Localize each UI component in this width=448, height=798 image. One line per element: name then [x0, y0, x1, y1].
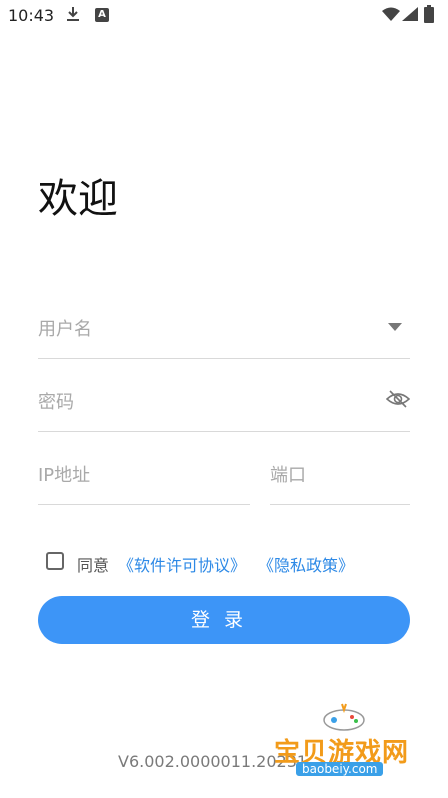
login-button[interactable]: 登录 — [38, 596, 410, 644]
download-icon — [67, 7, 79, 21]
signal-icon — [402, 7, 418, 21]
agreement-checkbox[interactable] — [46, 552, 64, 570]
chevron-down-icon[interactable] — [388, 323, 402, 331]
privacy-link[interactable]: 《隐私政策》 — [258, 552, 354, 576]
a-notification-icon: A — [95, 8, 109, 22]
watermark-url: baobeiy.com — [296, 762, 384, 776]
password-input[interactable] — [38, 374, 410, 431]
eye-hidden-icon[interactable] — [386, 389, 410, 409]
wifi-icon — [382, 7, 400, 21]
port-input[interactable] — [270, 447, 410, 504]
status-bar: 10:43 A — [0, 0, 448, 32]
status-time: 10:43 — [8, 6, 55, 25]
agree-label: 同意 — [77, 556, 110, 575]
password-field[interactable] — [38, 374, 410, 432]
battery-icon — [424, 5, 434, 23]
ip-field[interactable] — [38, 447, 250, 505]
welcome-title: 欢迎 — [38, 176, 118, 222]
port-field[interactable] — [270, 447, 410, 505]
username-input[interactable] — [38, 300, 410, 358]
gamepad-icon — [323, 703, 365, 731]
watermark: 宝贝游戏网 baobeiy.com — [268, 702, 438, 794]
username-field[interactable] — [38, 300, 410, 359]
ip-input[interactable] — [38, 447, 250, 504]
license-link[interactable]: 《软件许可协议》 — [118, 552, 246, 576]
agreement-row: 同意 《软件许可协议》 《隐私政策》 — [46, 548, 426, 578]
